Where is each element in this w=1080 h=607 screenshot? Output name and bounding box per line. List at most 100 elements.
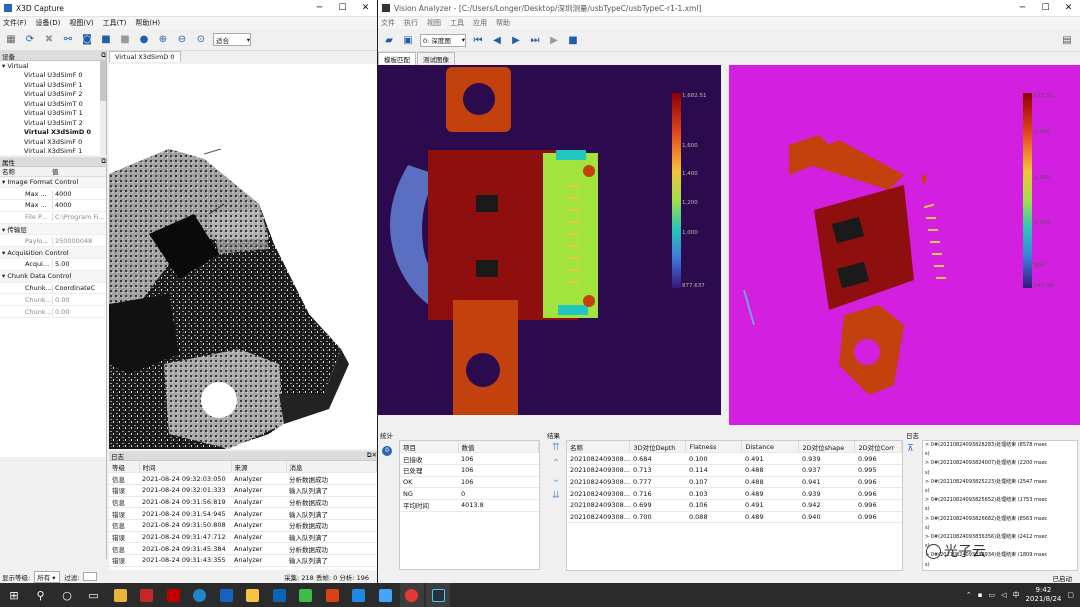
refresh-icon[interactable]: ⟳ — [23, 33, 37, 47]
menu-item[interactable]: 执行 — [404, 18, 418, 28]
property-group[interactable]: ▾ Chunk Data Control — [0, 270, 106, 283]
file-explorer-icon[interactable] — [241, 583, 265, 607]
log-column-header[interactable]: 消息 — [286, 461, 377, 474]
tray-arrow-icon[interactable]: ⌃ — [966, 591, 972, 599]
property-value[interactable]: 4000 — [52, 201, 106, 210]
menu-item[interactable]: 应用 — [473, 18, 487, 28]
property-row[interactable]: Chunk... 0.00 — [0, 306, 106, 319]
stop-icon[interactable]: ■ — [566, 33, 580, 47]
maximize-button[interactable]: ☐ — [1034, 0, 1057, 17]
device-item[interactable]: Virtual U3dSimF 0 — [0, 71, 106, 81]
property-value[interactable]: 0.00 — [52, 295, 106, 304]
app-icon-2[interactable] — [135, 583, 159, 607]
last-frame-icon[interactable]: ⏭ — [528, 33, 542, 47]
results-row[interactable]: 2021082409308... 0.700 0.088 0.489 0.940 0.99… — [567, 511, 902, 524]
property-row[interactable]: Paylo... 250000048 — [0, 235, 106, 248]
float-icon[interactable]: ⧉ — [101, 157, 106, 166]
property-row[interactable]: Acqui... 5.00 — [0, 259, 106, 271]
disconnect-icon[interactable]: ✖ — [42, 33, 56, 47]
next-frame-icon[interactable]: ▶ — [509, 33, 523, 47]
close-button[interactable]: ✕ — [1057, 0, 1080, 17]
device-item[interactable]: Virtual X3dSimF 1 — [0, 147, 106, 157]
app-icon-1[interactable] — [108, 583, 132, 607]
depth-view[interactable]: 1,682.51 1,600 1,400 1,200 1,000 877.637 — [378, 65, 721, 415]
results-row[interactable]: 2021082409308... 0.713 0.114 0.488 0.937 0.99… — [567, 464, 902, 477]
task-view-icon[interactable]: ▭ — [82, 583, 106, 607]
app-icon-4[interactable] — [347, 583, 371, 607]
zero-badge-icon[interactable]: 0 — [382, 446, 392, 456]
clock[interactable]: 9:42 2021/8/24 — [1025, 586, 1061, 604]
log-row[interactable]: 错误 2021-08-24 09:31:43:355 Analyzer 输入队列满了 — [109, 554, 377, 567]
maximize-button[interactable]: ☐ — [331, 0, 354, 17]
open-folder-icon[interactable]: ▰ — [382, 33, 396, 47]
move-up-icon[interactable]: ⌃ — [552, 458, 560, 469]
property-value[interactable]: 4000 — [52, 189, 106, 198]
property-row[interactable]: Chunk... CoordinateC — [0, 283, 106, 295]
menu-item[interactable]: 工具 — [450, 18, 464, 28]
depth-view-rotated[interactable]: 672.51 1,400 1,200 1,000 900 247.39 — [729, 65, 1080, 425]
app-icon-6[interactable] — [399, 583, 424, 607]
log-row[interactable]: 信息 2021-08-24 09:31:56:819 Analyzer 分析数据成功 — [109, 496, 377, 509]
results-column-header[interactable]: 2D对位Corr — [854, 441, 902, 454]
device-item[interactable]: Virtual X3dSimD 0 — [0, 128, 106, 138]
property-row[interactable]: Max ... 4000 — [0, 188, 106, 201]
video-icon[interactable]: ■ — [99, 33, 113, 47]
minimize-button[interactable]: ─ — [308, 0, 331, 17]
notification-icon[interactable]: ▢ — [1067, 591, 1074, 599]
results-row[interactable]: 2021082409308... 0.777 0.107 0.488 0.941 0.99… — [567, 476, 902, 489]
property-value[interactable]: CoordinateC — [52, 284, 106, 293]
edge-icon[interactable] — [188, 583, 212, 607]
device-item[interactable]: Virtual U3dSimT 1 — [0, 109, 106, 119]
camera-icon[interactable]: ◙ — [80, 33, 94, 47]
zoom-out-icon[interactable]: ⊖ — [175, 33, 189, 47]
device-root[interactable]: ▾ Virtual — [0, 61, 106, 71]
outlook-icon[interactable] — [267, 583, 291, 607]
device-item[interactable]: Virtual U3dSimF 1 — [0, 80, 106, 90]
search-icon[interactable]: ⚲ — [29, 583, 53, 607]
minimize-button[interactable]: ─ — [1011, 0, 1034, 17]
property-row[interactable]: Max ... 4000 — [0, 200, 106, 212]
menu-item[interactable]: 设备(D) — [36, 18, 61, 28]
tab-virtual-x3dsimd[interactable]: Virtual X3dSimD 0 — [109, 51, 181, 62]
filezilla-icon[interactable] — [161, 583, 185, 607]
menu-item[interactable]: 文件 — [381, 18, 395, 28]
property-value[interactable]: 5.00 — [52, 260, 106, 269]
results-column-header[interactable]: 2D对位shape — [798, 441, 856, 454]
wechat-icon[interactable] — [294, 583, 318, 607]
property-row[interactable]: Chunk... 0.00 — [0, 294, 106, 307]
app-icon-5[interactable] — [373, 583, 397, 607]
property-value[interactable]: C:\Program Fi... — [52, 213, 106, 222]
log-column-header[interactable]: 等级 — [109, 461, 140, 474]
filter-input[interactable] — [83, 572, 98, 581]
clear-log-icon[interactable]: ⊼ — [907, 444, 914, 454]
property-group[interactable]: ▾ 传输层 — [0, 223, 106, 236]
device-item[interactable]: Virtual U3dSimT 2 — [0, 118, 106, 128]
log-column-header[interactable]: 来源 — [231, 461, 287, 474]
property-value[interactable]: 250000048 — [52, 236, 106, 245]
results-row[interactable]: 2021082409308... 0.716 0.103 0.489 0.939 0.99… — [567, 487, 902, 500]
cortana-icon[interactable]: ○ — [55, 583, 79, 607]
move-down-icon[interactable]: ⌄ — [552, 474, 560, 485]
results-row[interactable]: 2021082409308... 0.684 0.100 0.491 0.939 0.99… — [567, 452, 902, 465]
zoom-select[interactable]: 适合 ▾ — [213, 33, 251, 46]
display-level-select[interactable]: 所有 ▾ — [34, 570, 61, 583]
property-row[interactable]: File P... C:\Program Fi... — [0, 212, 106, 224]
results-column-header[interactable]: 名称 — [567, 441, 631, 454]
stats-column-header[interactable]: 数值 — [458, 441, 539, 454]
float-icon[interactable]: ⧉✕ — [367, 451, 377, 460]
view-select[interactable]: 0: 深度图 ▾ — [420, 33, 466, 47]
zoom-fit-icon[interactable]: ⊙ — [194, 33, 208, 47]
prev-frame-icon[interactable]: ◀ — [490, 33, 504, 47]
log-row[interactable]: 信息 2021-08-24 09:32:03:050 Analyzer 分析数据成功 — [109, 472, 377, 485]
settings-icon[interactable]: ▤ — [1060, 33, 1074, 47]
connect-icon[interactable]: ⚯ — [61, 33, 75, 47]
app-icon-7[interactable] — [426, 583, 450, 607]
menu-item[interactable]: 帮助 — [496, 18, 510, 28]
network-icon[interactable]: ▭ — [988, 591, 995, 599]
menu-item[interactable]: 视图 — [427, 18, 441, 28]
move-bottom-icon[interactable]: ⇊ — [552, 490, 560, 501]
menu-item[interactable]: 工具(T) — [103, 18, 127, 28]
property-group[interactable]: ▾ Image Format Control — [0, 176, 106, 189]
log-row[interactable]: 信息 2021-08-24 09:31:50:808 Analyzer 分析数据成功 — [109, 519, 377, 532]
device-scrollbar[interactable] — [100, 61, 106, 155]
